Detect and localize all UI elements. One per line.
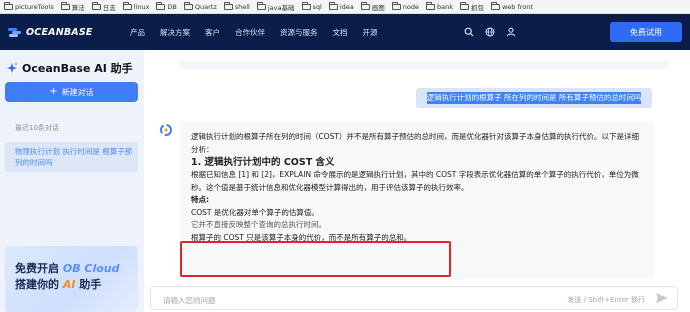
bookmark-folder[interactable]: web front xyxy=(490,1,533,11)
send-hint: 发送 / Shift+Enter 换行 xyxy=(567,296,645,304)
feature-item-2: 它并不直接反映整个查询的总执行时间。 xyxy=(191,220,326,229)
bookmark-label: java基础 xyxy=(267,3,295,12)
plus-icon: + xyxy=(49,86,58,97)
bookmark-folder[interactable]: 日志 xyxy=(91,1,116,12)
ai-assistant-icon xyxy=(7,62,18,73)
nav-item[interactable]: 开源 xyxy=(363,27,378,38)
feature-label: 特点: xyxy=(191,195,209,204)
answer-intro: 逻辑执行计划的根算子所在列的时间（COST）并不是所有算子预估的总时间，而是优化… xyxy=(191,132,639,154)
folder-icon xyxy=(425,1,435,10)
bookmark-folder[interactable]: 抓包 xyxy=(459,1,484,12)
bookmark-folder[interactable]: linux xyxy=(122,1,150,11)
bookmarks-bar: pictureTools 算法 日志 linux DB Quartz shell java基础… xyxy=(0,0,690,14)
bookmark-folder[interactable]: pictureTools xyxy=(4,1,54,11)
folder-icon xyxy=(91,1,101,10)
bookmark-label: Quartz xyxy=(194,2,217,11)
nav-item[interactable]: 合作伙伴 xyxy=(235,27,265,38)
folder-icon xyxy=(156,1,166,10)
promo-line2-suffix: 助手 xyxy=(75,278,102,291)
bookmark-label: 算法 xyxy=(71,3,85,12)
oceanbase-logo[interactable]: OCEANBASE xyxy=(8,27,118,38)
nav-item[interactable]: 解决方案 xyxy=(160,27,190,38)
folder-icon xyxy=(60,1,70,10)
bookmark-label: web front xyxy=(501,2,533,11)
new-chat-label: 新建对话 xyxy=(61,87,94,97)
user-message-text: 逻辑执行计划的根算子 所在列的时间是 所有算子预估的总时间吗 xyxy=(426,92,642,104)
folder-icon xyxy=(183,1,193,10)
bookmark-label: bank xyxy=(436,2,453,11)
bookmark-label: shell xyxy=(234,2,250,11)
folder-icon xyxy=(490,1,500,10)
recent-conversations-label: 最近10条对话 xyxy=(15,124,59,132)
folder-icon xyxy=(391,1,401,10)
previous-message-edge xyxy=(178,61,670,69)
bot-avatar-icon xyxy=(160,124,172,136)
feature-item-1: COST 是优化器对单个算子的估算值。 xyxy=(191,207,319,217)
bookmark-label: node xyxy=(402,2,419,11)
bookmark-label: sql xyxy=(312,2,322,11)
input-placeholder: 请输入您的问题 xyxy=(163,296,216,305)
logo-text: OCEANBASE xyxy=(26,26,93,38)
sidebar: OceanBase AI 助手 + 新建对话 最近10条对话 物理执行计划 执行… xyxy=(0,50,144,312)
send-icon[interactable] xyxy=(655,292,669,304)
assistant-title: OceanBase AI 助手 xyxy=(22,62,133,75)
bookmark-label: pictureTools xyxy=(15,2,54,11)
promo-line1-highlight: OB Cloud xyxy=(62,262,120,275)
bookmark-folder[interactable]: shell xyxy=(223,1,250,11)
ob-cloud-promo[interactable]: 免费开启 OB Cloud 搭建你的 AI 助手 xyxy=(5,246,138,312)
answer-paragraph: 根据已知信息 [1] 和 [2]，EXPLAIN 命令展示的是逻辑执行计划，其中… xyxy=(191,170,639,192)
bookmark-label: 抓包 xyxy=(470,3,484,12)
folder-icon xyxy=(122,1,132,10)
folder-icon xyxy=(223,1,233,10)
highlight-annotation-box xyxy=(180,241,451,277)
folder-icon xyxy=(301,1,311,10)
search-icon[interactable] xyxy=(464,27,474,37)
folder-icon xyxy=(459,1,469,10)
nav-item[interactable]: 产品 xyxy=(130,27,145,38)
bookmark-folder[interactable]: node xyxy=(391,1,419,11)
bookmark-label: DB xyxy=(167,2,177,11)
answer-heading: 1. 逻辑执行计划中的 COST 含义 xyxy=(191,157,335,168)
logo-mark-icon xyxy=(8,27,22,37)
folder-icon xyxy=(4,1,13,10)
user-icon[interactable] xyxy=(506,27,516,37)
bookmark-folder[interactable]: 画图 xyxy=(360,1,385,12)
new-chat-button[interactable]: + 新建对话 xyxy=(5,82,138,102)
promo-line2-ai: AI xyxy=(62,278,76,291)
bookmark-folder[interactable]: idea xyxy=(328,1,354,11)
bookmark-folder[interactable]: java基础 xyxy=(256,1,295,12)
bookmark-label: linux xyxy=(133,2,150,11)
nav-item[interactable]: 客户 xyxy=(205,27,220,38)
folder-icon xyxy=(360,1,370,10)
globe-icon[interactable] xyxy=(485,27,495,37)
bookmark-folder[interactable]: 算法 xyxy=(60,1,85,12)
bookmark-folder[interactable]: DB xyxy=(156,1,177,11)
folder-icon xyxy=(256,1,266,10)
nav-item[interactable]: 资源与服务 xyxy=(280,27,318,38)
top-nav: OCEANBASE 产品 解决方案 客户 合作伙伴 资源与服务 文档 开源 免费试用 xyxy=(0,14,690,50)
bookmark-label: 日志 xyxy=(102,3,116,12)
history-item[interactable]: 物理执行计划 执行时间是 根算子那列的时间吗 xyxy=(5,142,138,172)
promo-line1-prefix: 免费开启 xyxy=(15,262,63,275)
user-message: 逻辑执行计划的根算子 所在列的时间是 所有算子预估的总时间吗 xyxy=(416,88,652,108)
promo-line2-prefix: 搭建你的 xyxy=(15,278,63,291)
bookmark-label: idea xyxy=(339,2,354,11)
nav-item[interactable]: 文档 xyxy=(333,27,348,38)
free-trial-button[interactable]: 免费试用 xyxy=(610,22,682,42)
bookmark-folder[interactable]: sql xyxy=(301,1,322,11)
bookmark-folder[interactable]: Quartz xyxy=(183,1,217,11)
bookmark-folder[interactable]: bank xyxy=(425,1,453,11)
chat-input[interactable]: 请输入您的问题 发送 / Shift+Enter 换行 xyxy=(150,286,678,310)
bookmark-label: 画图 xyxy=(371,3,385,12)
folder-icon xyxy=(328,1,338,10)
history-item-label: 物理执行计划 执行时间是 根算子那列的时间吗 xyxy=(15,147,133,167)
